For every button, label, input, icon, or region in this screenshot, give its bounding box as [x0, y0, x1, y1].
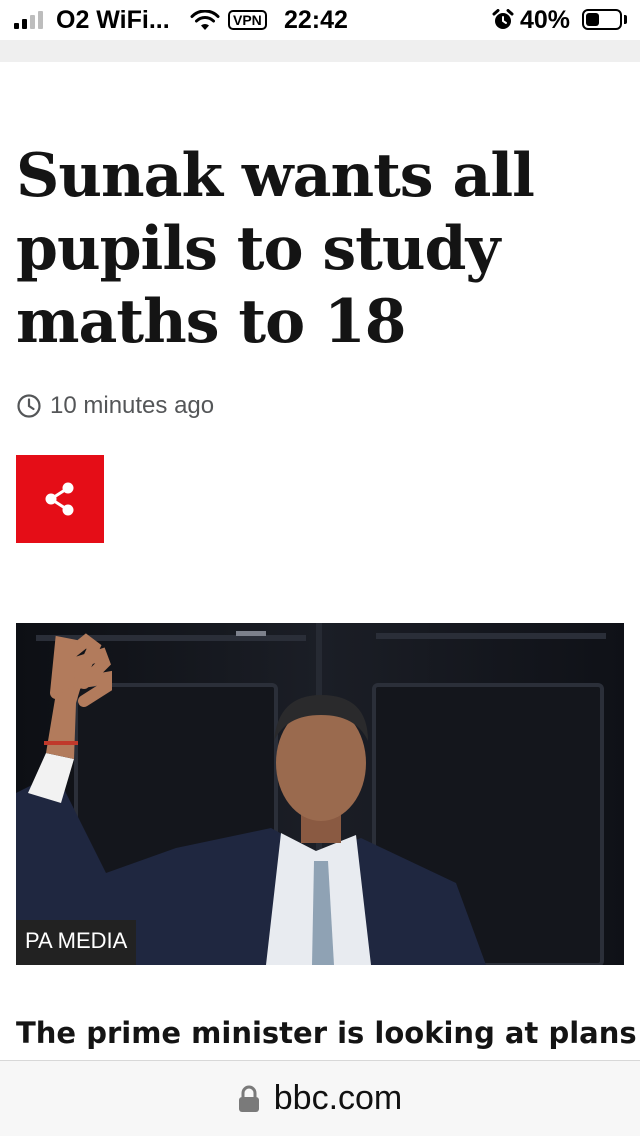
article-lead: The prime minister is looking at plans t…	[16, 1016, 636, 1050]
article-headline: Sunak wants all pupils to study maths to…	[16, 141, 535, 357]
share-icon	[45, 482, 74, 516]
clock-icon	[17, 394, 41, 418]
url-text: bbc.com	[273, 1079, 403, 1117]
status-bar: O2 WiFi... VPN 22:42 40%	[0, 0, 640, 40]
vpn-badge: VPN	[228, 10, 267, 30]
wifi-icon	[190, 10, 220, 30]
battery-icon	[582, 9, 622, 30]
lock-icon	[238, 1085, 259, 1112]
share-button[interactable]	[16, 455, 104, 543]
browser-top-strip	[0, 40, 640, 62]
browser-address-bar[interactable]: bbc.com	[0, 1060, 640, 1136]
timestamp-text: 10 minutes ago	[50, 392, 215, 419]
carrier-name: O2 WiFi...	[56, 6, 170, 34]
hero-photo	[16, 623, 624, 965]
signal-icon	[14, 11, 48, 29]
article-timestamp: 10 minutes ago	[16, 390, 214, 422]
alarm-icon	[492, 9, 514, 29]
battery-percent: 40%	[520, 6, 571, 34]
clock: 22:42	[284, 6, 348, 34]
battery-nub	[624, 15, 627, 24]
article-hero-image: PA MEDIA	[16, 623, 624, 965]
image-credit: PA MEDIA	[16, 920, 137, 965]
